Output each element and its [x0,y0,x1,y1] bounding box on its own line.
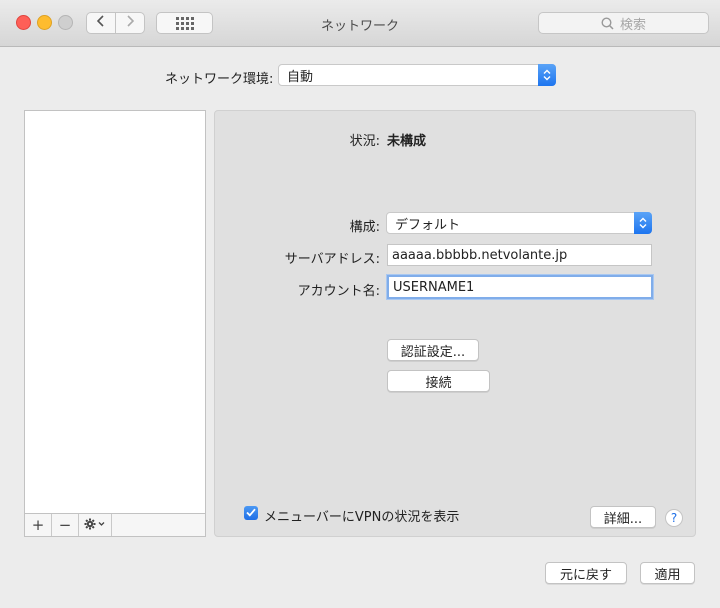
network-preferences-window: ネットワーク 検索 ネットワーク環境: 自動 + − 状況: 未構成 構成: デ… [0,0,720,608]
service-list-toolbar: + − [25,513,205,536]
account-name-label: アカウント名: [297,284,380,299]
configuration-value: デフォルト [395,217,461,233]
account-name-field[interactable]: USERNAME1 [387,275,653,299]
connect-button[interactable]: 接続 [387,370,490,392]
title-bar: ネットワーク 検索 [0,0,720,47]
help-button[interactable]: ? [665,509,683,527]
status-label: 状況: [349,134,380,149]
server-address-label: サーバアドレス: [284,252,380,267]
apply-button[interactable]: 適用 [640,562,695,584]
show-vpn-status-checkbox[interactable] [244,506,258,520]
search-icon [601,16,614,30]
configuration-label: 構成: [349,220,380,235]
revert-button[interactable]: 元に戻す [545,562,627,584]
location-value: 自動 [287,69,314,85]
service-list[interactable]: + − [24,110,206,537]
add-service-button[interactable]: + [25,514,52,536]
minus-icon: − [58,516,72,534]
authentication-settings-button[interactable]: 認証設定... [387,339,479,361]
show-vpn-status-label[interactable]: メニューバーにVPNの状況を表示 [264,506,459,525]
server-address-field[interactable]: aaaaa.bbbbb.netvolante.jp [387,244,652,266]
status-value: 未構成 [387,134,427,149]
advanced-button[interactable]: 詳細... [590,506,656,528]
updown-chevron-icon [634,212,652,234]
search-field[interactable]: 検索 [538,12,709,34]
search-placeholder: 検索 [619,17,646,33]
remove-service-button[interactable]: − [52,514,79,536]
location-select[interactable]: 自動 [278,64,556,86]
action-menu-button[interactable] [79,514,112,536]
updown-chevron-icon [538,64,556,86]
location-label: ネットワーク環境: [165,72,274,87]
plus-icon: + [31,516,45,534]
configuration-select[interactable]: デフォルト [386,212,652,234]
service-detail-panel [214,110,696,537]
gear-icon [84,516,106,534]
checkmark-icon [246,506,256,521]
question-mark-icon: ? [670,511,678,525]
